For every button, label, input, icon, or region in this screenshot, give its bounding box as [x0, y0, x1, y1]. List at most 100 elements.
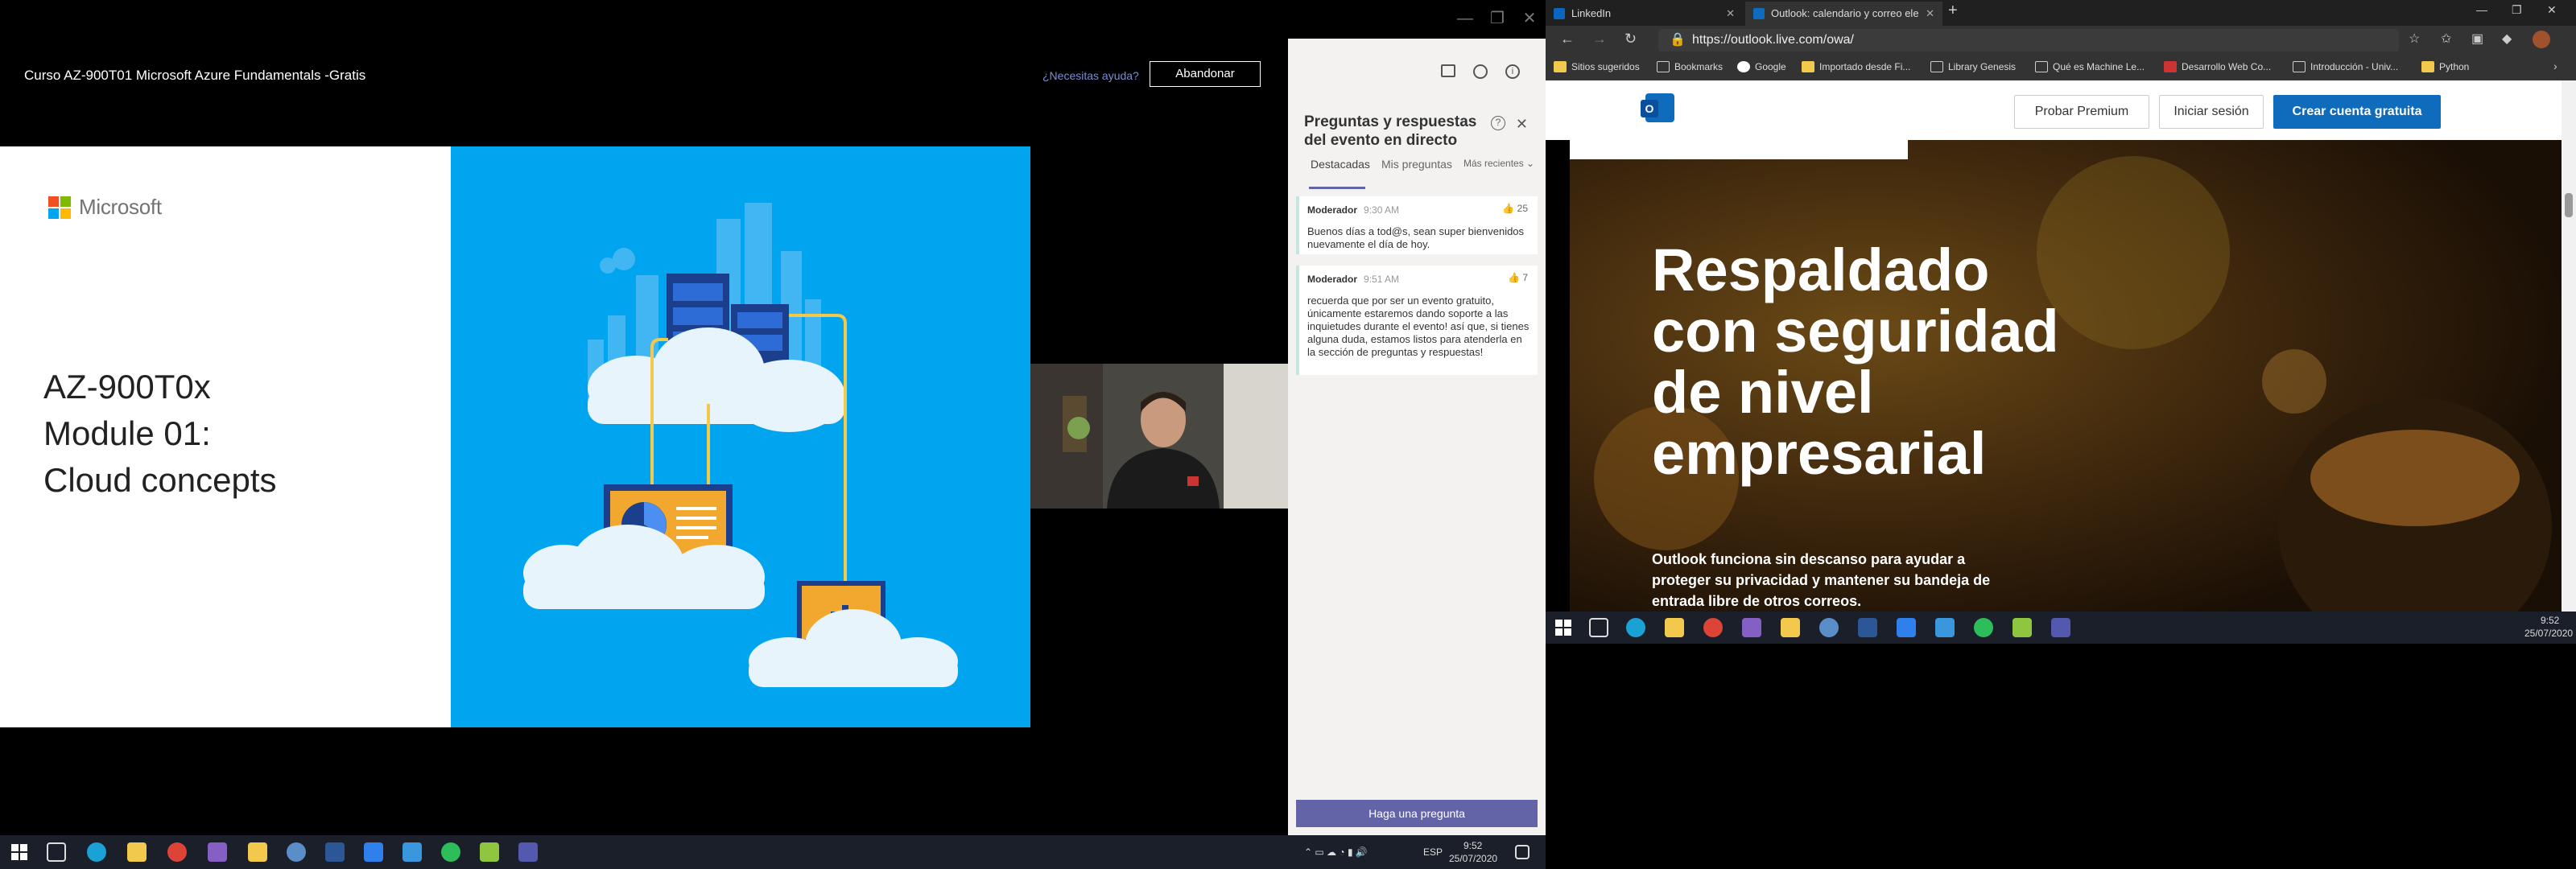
close-icon[interactable]: ✕ [1516, 116, 1528, 133]
scrollbar[interactable] [2562, 80, 2576, 612]
avatar[interactable] [2533, 31, 2550, 48]
chrome-icon[interactable] [1703, 618, 1723, 637]
help-icon[interactable]: ? [1491, 116, 1505, 130]
favorite-star-icon[interactable]: ☆ [2409, 31, 2420, 47]
edge-icon[interactable] [87, 842, 106, 862]
microsoft-logo-icon [48, 196, 71, 219]
qa-likes[interactable]: 👍 7 [1508, 272, 1528, 283]
bookmark-item[interactable]: Google [1737, 61, 1786, 72]
qa-like-count: 7 [1522, 272, 1528, 283]
file-explorer-icon[interactable] [127, 842, 147, 862]
bookmarks-bar: Sitios sugeridos Bookmarks Google Import… [1546, 55, 2576, 80]
file-explorer-icon[interactable] [1665, 618, 1684, 637]
sticky-notes-icon[interactable] [1781, 618, 1800, 637]
extension-icon[interactable]: ◆ [2502, 31, 2512, 47]
powershell-icon[interactable] [325, 842, 345, 862]
qa-toolbar: i [1441, 64, 1538, 84]
app-icon[interactable] [402, 842, 422, 862]
maximize-button[interactable]: ❐ [2512, 3, 2522, 17]
visual-studio-icon[interactable] [208, 842, 227, 862]
vscode-icon[interactable] [1897, 618, 1916, 637]
qa-likes[interactable]: 👍 25 [1502, 203, 1528, 214]
close-tab-icon[interactable]: ✕ [1726, 2, 1735, 26]
start-icon[interactable] [10, 842, 29, 862]
refresh-icon[interactable]: ↻ [1624, 31, 1637, 47]
close-button[interactable]: ✕ [1513, 6, 1546, 31]
url-input[interactable]: 🔒 https://outlook.live.com/owa/ [1658, 29, 2399, 51]
close-tab-icon[interactable]: ✕ [1926, 2, 1934, 26]
tab-linkedin[interactable]: LinkedIn ✕ [1546, 2, 1743, 26]
teams-icon[interactable] [2051, 618, 2070, 637]
slide-title-line3: Cloud concepts [43, 461, 277, 499]
clock-time[interactable]: 9:52 [1463, 840, 1482, 851]
forward-icon[interactable]: → [1592, 31, 1607, 47]
close-button[interactable]: ✕ [2547, 3, 2557, 17]
bookmark-item[interactable]: Sitios sugeridos [1554, 61, 1640, 72]
r-icon[interactable] [1819, 618, 1839, 637]
bookmark-item[interactable]: Desarrollo Web Co... [2164, 61, 2271, 72]
paint-icon[interactable] [2013, 618, 2032, 637]
sign-in-button[interactable]: Iniciar sesión [2159, 95, 2264, 129]
try-premium-button[interactable]: Probar Premium [2014, 95, 2149, 129]
bookmark-item[interactable]: Importado desde Fi... [1802, 61, 1910, 72]
ask-question-button[interactable]: Haga una pregunta [1296, 800, 1538, 827]
event-title: Curso AZ-900T01 Microsoft Azure Fundamen… [24, 68, 366, 83]
info-icon[interactable]: i [1505, 64, 1520, 79]
tab-label: LinkedIn [1571, 7, 1612, 19]
tab-featured[interactable]: Destacadas [1311, 158, 1370, 171]
r-icon[interactable] [287, 842, 306, 862]
hero-banner: Respaldado con seguridad de nivel empres… [1570, 140, 2568, 612]
hero-title: Respaldado con seguridad de nivel empres… [1652, 237, 2059, 487]
edge-icon[interactable] [1626, 618, 1645, 637]
minimize-button[interactable]: — [2476, 3, 2487, 16]
help-link[interactable]: ¿Necesitas ayuda? [1042, 69, 1139, 82]
teams-icon[interactable] [518, 842, 538, 862]
chevron-right-icon[interactable]: › [2553, 60, 2557, 72]
sort-dropdown[interactable]: Más recientes ⌄ [1463, 158, 1534, 169]
gear-icon[interactable] [1473, 64, 1488, 79]
bookmark-item[interactable]: Qué es Machine Le... [2035, 61, 2145, 72]
favorites-icon[interactable]: ✩ [2441, 31, 2451, 47]
chrome-icon[interactable] [167, 842, 187, 862]
slide-left-panel: Microsoft AZ-900T0x Module 01: Cloud con… [0, 146, 451, 727]
vscode-icon[interactable] [364, 842, 383, 862]
task-view-icon[interactable] [1589, 618, 1608, 637]
chat-icon[interactable] [1441, 64, 1455, 77]
clock-date[interactable]: 25/07/2020 [1449, 853, 1497, 864]
right-monitor: LinkedIn ✕ Outlook: calendario y correo … [1546, 0, 2576, 869]
sticky-notes-icon[interactable] [248, 842, 267, 862]
app-icon[interactable] [1935, 618, 1955, 637]
start-icon[interactable] [1554, 618, 1573, 637]
bookmark-item[interactable]: Library Genesis [1930, 61, 2016, 72]
collections-icon[interactable]: ▣ [2471, 31, 2483, 47]
left-monitor: — ❐ ✕ Curso AZ-900T01 Microsoft Azure Fu… [0, 0, 1546, 869]
task-view-icon[interactable] [47, 842, 66, 862]
paint-icon[interactable] [480, 842, 499, 862]
notifications-icon[interactable] [1515, 845, 1530, 859]
tab-my-questions[interactable]: Mis preguntas [1381, 158, 1452, 171]
minimize-button[interactable]: — [1449, 6, 1481, 31]
powershell-icon[interactable] [1858, 618, 1877, 637]
back-icon[interactable]: ← [1560, 31, 1575, 47]
maximize-button[interactable]: ❐ [1481, 6, 1513, 31]
language-indicator[interactable]: ESP [1423, 846, 1443, 858]
evernote-icon[interactable] [441, 842, 460, 862]
qa-author: Moderador [1307, 204, 1358, 216]
bookmark-item[interactable]: Bookmarks [1657, 61, 1723, 72]
bookmark-item[interactable]: Python [2421, 61, 2469, 72]
tray-icons[interactable]: ⌃ ▭ ☁ ◔ ▮ 🔊 [1304, 846, 1368, 858]
clock-date[interactable]: 25/07/2020 [2524, 628, 2573, 639]
browser-tabbar: LinkedIn ✕ Outlook: calendario y correo … [1546, 0, 2576, 26]
bookmark-item[interactable]: Introducción - Univ... [2293, 61, 2398, 72]
qa-title: Preguntas y respuestas del evento en dir… [1304, 113, 1477, 149]
visual-studio-icon[interactable] [1742, 618, 1761, 637]
qa-body: Buenos días a tod@s, sean super bienveni… [1307, 225, 1525, 250]
evernote-icon[interactable] [1974, 618, 1993, 637]
leave-button[interactable]: Abandonar [1150, 61, 1261, 87]
clock-time[interactable]: 9:52 [2541, 615, 2559, 626]
scrollbar-thumb[interactable] [2565, 193, 2573, 217]
create-account-button[interactable]: Crear cuenta gratuita [2273, 95, 2441, 129]
new-tab-button[interactable]: + [1948, 2, 1958, 20]
outlook-logo-icon[interactable]: O [1641, 93, 1674, 122]
tab-outlook[interactable]: Outlook: calendario y correo ele ✕ [1745, 2, 1942, 26]
